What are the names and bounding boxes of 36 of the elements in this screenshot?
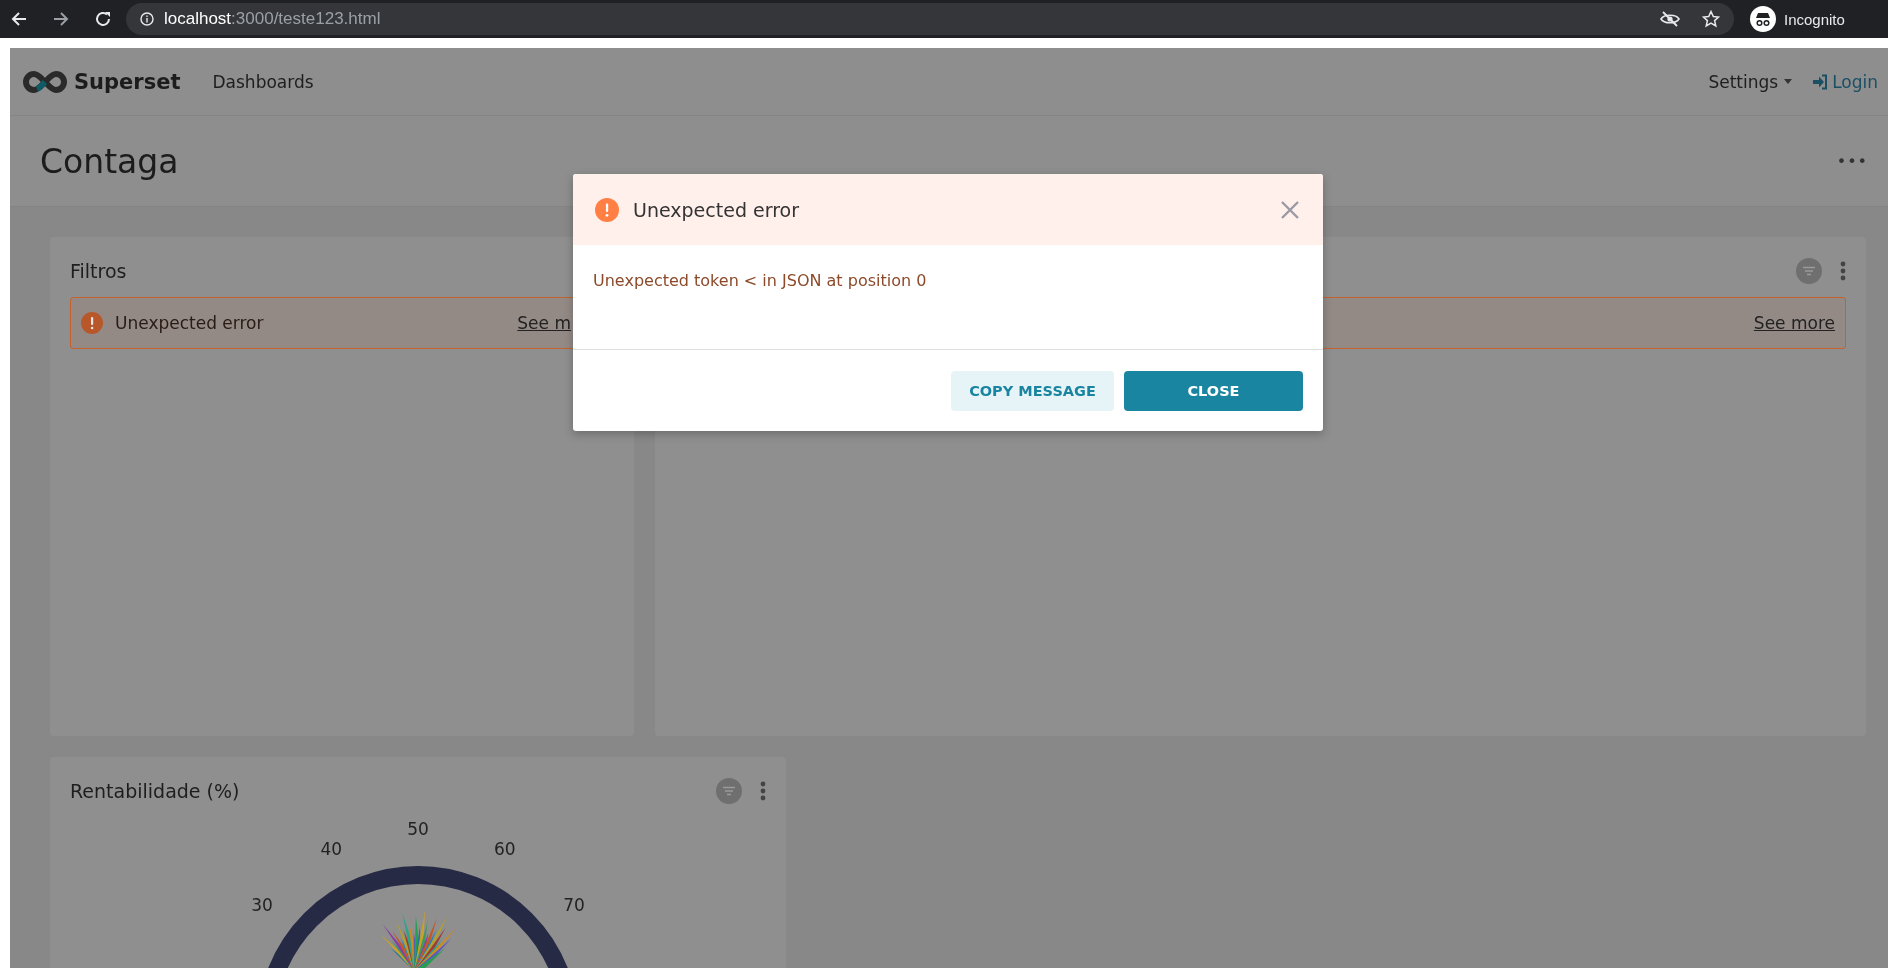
forward-icon[interactable] bbox=[52, 10, 70, 28]
gauge-tick-label: 40 bbox=[320, 839, 342, 859]
sign-in-icon bbox=[1812, 73, 1829, 90]
gauge-tick-label: 70 bbox=[563, 895, 585, 916]
login-link[interactable]: Login bbox=[1812, 71, 1878, 92]
error-message: Unexpected token < in JSON at position 0 bbox=[593, 271, 927, 290]
caret-icon bbox=[1784, 79, 1793, 84]
address-bar[interactable]: localhost:3000/teste123.html bbox=[126, 3, 1734, 35]
more-menu-button[interactable]: ••• bbox=[1836, 151, 1868, 171]
back-icon[interactable] bbox=[10, 10, 28, 28]
url-text: localhost:3000/teste123.html bbox=[164, 9, 381, 29]
gauge-tick-label: 60 bbox=[494, 839, 516, 859]
eye-slash-icon[interactable] bbox=[1660, 11, 1680, 27]
info-icon[interactable] bbox=[140, 12, 154, 26]
chart-title: Filtros bbox=[70, 260, 127, 282]
gauge-tick-label: 30 bbox=[251, 895, 273, 916]
profile-label[interactable]: Incognito bbox=[1784, 10, 1845, 28]
more-options-icon[interactable] bbox=[1840, 260, 1846, 282]
dashboard-title: Contaga bbox=[40, 141, 179, 181]
modal-title: Unexpected error bbox=[633, 198, 799, 221]
incognito-icon[interactable] bbox=[1750, 6, 1776, 32]
chart-title: Rentabilidade (%) bbox=[70, 780, 240, 802]
settings-menu[interactable]: Settings bbox=[1708, 71, 1793, 92]
error-message: Unexpected error bbox=[115, 313, 264, 333]
warning-icon bbox=[595, 197, 619, 222]
more-options-icon[interactable] bbox=[760, 780, 766, 802]
star-icon[interactable] bbox=[1702, 10, 1720, 28]
see-more-link[interactable]: See m bbox=[517, 313, 571, 333]
copy-message-button[interactable]: COPY MESSAGE bbox=[951, 371, 1114, 411]
see-more-link[interactable]: See more bbox=[1753, 313, 1835, 333]
nav-link[interactable]: Dashboards bbox=[212, 71, 314, 92]
warning-icon bbox=[81, 312, 103, 334]
superset-logo[interactable]: Superset bbox=[22, 69, 181, 94]
reload-icon[interactable] bbox=[94, 10, 112, 28]
gauge-tick-label: 50 bbox=[407, 819, 429, 839]
close-button[interactable]: CLOSE bbox=[1124, 371, 1303, 411]
